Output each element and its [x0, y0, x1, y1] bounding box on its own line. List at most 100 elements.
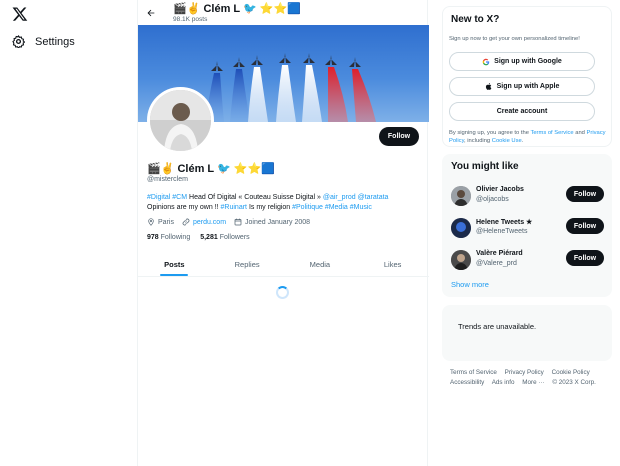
bio-hashtags-2[interactable]: #Politique #Media #Music: [292, 204, 372, 211]
show-more-link[interactable]: Show more: [451, 280, 489, 289]
terms-including: , including: [464, 138, 492, 144]
header-posts-count: 98.1K posts: [173, 16, 208, 23]
footer-links: Terms of Service Privacy Policy Cookie P…: [450, 368, 610, 388]
follow-counts: 978 Following 5,281 Followers: [147, 234, 250, 241]
profile-handle: @misterclem: [147, 176, 188, 183]
following-count: 978: [147, 234, 159, 241]
bio-text-3: Is my religion: [247, 204, 293, 211]
profile-avatar[interactable]: [147, 87, 214, 154]
tab-media[interactable]: Media: [284, 253, 357, 276]
profile-display-name: 🎬✌️ Clém L 🐦 ⭐⭐🟦: [147, 162, 275, 175]
apple-label: Sign up with Apple: [496, 83, 560, 90]
you-might-like-title: You might like: [451, 161, 519, 172]
apple-logo-icon: [485, 83, 491, 90]
bio-hashtags-1[interactable]: #Digital #CM: [147, 194, 187, 201]
footer-ads-info-link[interactable]: Ads info: [492, 379, 515, 386]
user-avatar-image: [451, 186, 471, 206]
header-emoji-suffix: ⭐⭐🟦: [259, 3, 301, 15]
website-link[interactable]: perdu.com: [193, 219, 226, 226]
signup-terms: By signing up, you agree to the Terms of…: [449, 129, 607, 145]
profile-tabs: Posts Replies Media Likes: [138, 253, 429, 277]
joined-text: Joined January 2008: [245, 218, 311, 226]
bio-mentions[interactable]: @air_prod @taratata: [323, 194, 389, 201]
twitter-bird-icon: 🐦: [243, 3, 257, 15]
following-link[interactable]: 978 Following: [147, 234, 190, 241]
suggested-user-handle: @HeleneTweets: [476, 228, 528, 235]
link-icon: [182, 218, 190, 226]
tab-posts[interactable]: Posts: [138, 253, 211, 276]
followers-label: Followers: [219, 234, 250, 241]
new-to-x-subtitle: Sign up now to get your own personalized…: [449, 36, 580, 42]
follow-button[interactable]: Follow: [566, 186, 604, 202]
profile-header-bar: 🎬✌️ Clém L 🐦 ⭐⭐🟦 98.1K posts: [138, 0, 427, 25]
avatar[interactable]: [451, 186, 471, 206]
suggested-user[interactable]: Olivier Jacobs @oljacobs Follow: [443, 183, 613, 213]
suggested-user[interactable]: Valère Piérard @Valere_prd Follow: [443, 247, 613, 277]
profile-meta: Paris perdu.com Joined January 2008: [147, 218, 310, 226]
sign-up-apple-button[interactable]: Sign up with Apple: [449, 77, 595, 96]
location-item: Paris: [147, 218, 174, 226]
tab-replies[interactable]: Replies: [211, 253, 284, 276]
footer-more-link[interactable]: More ···: [522, 379, 544, 386]
twitter-bird-icon: 🐦: [217, 163, 231, 175]
footer-accessibility-link[interactable]: Accessibility: [450, 379, 484, 386]
avatar[interactable]: [451, 218, 471, 238]
user-avatar-image: [451, 250, 471, 270]
bio-text-1: Head Of Digital « Couteau Suisse Digital…: [187, 194, 323, 201]
bio-hashtag-ruinart[interactable]: #Ruinart: [221, 204, 247, 211]
suggested-user-handle: @Valere_prd: [476, 260, 517, 267]
cookie-use-link[interactable]: Cookie Use: [492, 138, 522, 144]
suggested-user-name[interactable]: Olivier Jacobs: [476, 186, 524, 193]
trends-panel: Trends are unavailable.: [442, 305, 612, 361]
header-display-name: 🎬✌️ Clém L 🐦 ⭐⭐🟦: [173, 2, 301, 15]
back-arrow-icon[interactable]: [146, 8, 156, 18]
google-logo-icon: [482, 58, 490, 65]
follow-button[interactable]: Follow: [566, 250, 604, 266]
website-item: perdu.com: [182, 218, 226, 226]
suggested-user-name[interactable]: Valère Piérard: [476, 250, 523, 257]
profile-photo-image: [150, 90, 211, 151]
nav-settings[interactable]: Settings: [12, 35, 75, 48]
followers-link[interactable]: 5,281 Followers: [200, 234, 249, 241]
terms-prefix: By signing up, you agree to the: [449, 130, 531, 136]
follow-button[interactable]: Follow: [379, 127, 419, 146]
new-to-x-title: New to X?: [451, 14, 500, 25]
bio-text-2: Opinions are my own !!: [147, 204, 221, 211]
header-name-text: Clém L: [203, 3, 240, 15]
followers-count: 5,281: [200, 234, 218, 241]
user-avatar-image: [451, 218, 471, 238]
location-text: Paris: [158, 218, 174, 226]
profile-column: 🎬✌️ Clém L 🐦 ⭐⭐🟦 98.1K posts Follow 🎬✌️ …: [137, 0, 429, 466]
calendar-icon: [234, 218, 242, 226]
tab-likes[interactable]: Likes: [356, 253, 429, 276]
footer-privacy-link[interactable]: Privacy Policy: [505, 369, 544, 376]
profile-bio: #Digital #CM Head Of Digital « Couteau S…: [147, 193, 422, 213]
settings-label: Settings: [35, 35, 75, 48]
trends-unavailable-text: Trends are unavailable.: [458, 322, 537, 331]
location-pin-icon: [148, 218, 154, 226]
joined-item: Joined January 2008: [234, 218, 310, 226]
terms-of-service-link[interactable]: Terms of Service: [530, 130, 573, 136]
suggested-user-name[interactable]: Helene Tweets ★: [476, 218, 532, 226]
terms-and: and: [573, 130, 587, 136]
suggested-user[interactable]: Helene Tweets ★ @HeleneTweets Follow: [443, 215, 613, 245]
loading-spinner-icon: [276, 286, 289, 299]
new-to-x-panel: New to X? Sign up now to get your own pe…: [442, 6, 612, 147]
avatar[interactable]: [451, 250, 471, 270]
following-label: Following: [160, 234, 191, 241]
x-logo-icon[interactable]: [12, 6, 28, 22]
gear-icon: [12, 35, 25, 48]
name-text: Clém L: [177, 163, 214, 175]
sign-up-google-button[interactable]: Sign up with Google: [449, 52, 595, 71]
suggested-user-handle: @oljacobs: [476, 196, 509, 203]
name-emoji-suffix: ⭐⭐🟦: [233, 163, 275, 175]
footer-terms-link[interactable]: Terms of Service: [450, 369, 497, 376]
google-label: Sign up with Google: [494, 58, 562, 65]
follow-button[interactable]: Follow: [566, 218, 604, 234]
you-might-like-panel: You might like Olivier Jacobs @oljacobs …: [442, 154, 612, 297]
footer-copyright: © 2023 X Corp.: [552, 379, 596, 386]
header-emoji-prefix: 🎬✌️: [173, 3, 201, 15]
create-account-button[interactable]: Create account: [449, 102, 595, 121]
footer-cookie-link[interactable]: Cookie Policy: [552, 369, 590, 376]
terms-end: .: [521, 138, 524, 144]
